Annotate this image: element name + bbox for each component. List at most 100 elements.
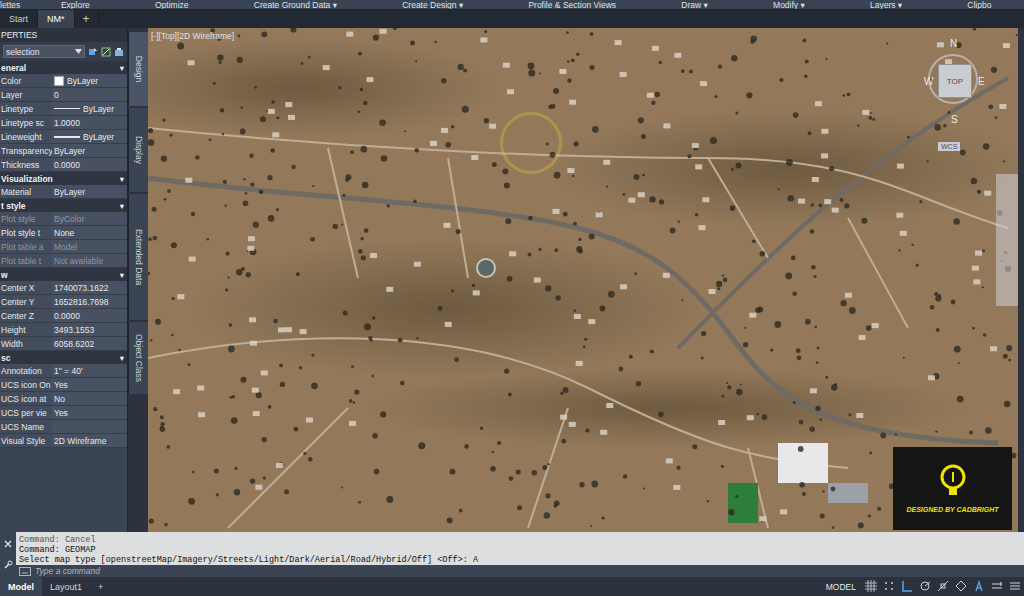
collapse-icon[interactable]: ▾ bbox=[120, 270, 124, 280]
collapse-icon[interactable]: ▾ bbox=[120, 174, 124, 184]
property-row[interactable]: ColorByLayer bbox=[0, 74, 127, 88]
property-section[interactable]: sc▾ bbox=[0, 351, 127, 364]
document-tab[interactable]: Start bbox=[0, 10, 38, 28]
viewcube-face[interactable]: TOP bbox=[938, 64, 972, 98]
quick-select-icon[interactable] bbox=[114, 47, 124, 57]
property-row[interactable]: Linetype sc1.0000 bbox=[0, 116, 127, 130]
snap-icon[interactable] bbox=[883, 580, 895, 592]
ribbon-tab[interactable]: Explore bbox=[28, 0, 122, 10]
new-layout-button[interactable]: + bbox=[90, 577, 111, 596]
polar-icon[interactable] bbox=[919, 580, 931, 592]
property-value[interactable]: ByLayer bbox=[52, 130, 127, 143]
property-value[interactable]: 0 bbox=[52, 88, 127, 101]
new-tab-button[interactable]: + bbox=[75, 10, 99, 28]
navigation-bar[interactable] bbox=[996, 174, 1018, 306]
side-tab[interactable]: Object Class bbox=[128, 322, 148, 394]
ribbon-tab[interactable]: Optimize bbox=[122, 0, 221, 10]
dropdown-arrow-icon[interactable] bbox=[75, 49, 82, 54]
property-row[interactable]: Plot table tNot available bbox=[0, 254, 127, 268]
ribbon-tab[interactable]: Clipbo bbox=[935, 0, 1024, 10]
collapse-icon[interactable]: ▾ bbox=[120, 201, 124, 211]
workspace-icon[interactable] bbox=[991, 580, 1003, 592]
property-row[interactable]: Layer0 bbox=[0, 88, 127, 102]
property-value[interactable]: Yes bbox=[52, 378, 127, 391]
select-objects-icon[interactable] bbox=[101, 47, 111, 57]
property-row[interactable]: LineweightByLayer bbox=[0, 130, 127, 144]
property-value[interactable]: 1" = 40' bbox=[52, 364, 127, 377]
property-value[interactable]: 1.0000 bbox=[52, 116, 127, 129]
annotation-icon[interactable] bbox=[973, 580, 985, 592]
property-value[interactable]: Yes bbox=[52, 406, 127, 419]
property-row[interactable]: UCS per vieYes bbox=[0, 406, 127, 420]
property-value[interactable]: Model bbox=[52, 240, 127, 253]
compass-north[interactable]: N bbox=[950, 38, 957, 49]
property-value[interactable]: Not available bbox=[52, 254, 127, 267]
command-prompt-icon[interactable] bbox=[19, 567, 31, 576]
close-icon[interactable] bbox=[4, 540, 12, 548]
grid-icon[interactable] bbox=[865, 580, 877, 592]
selection-dropdown[interactable]: selection bbox=[3, 45, 85, 58]
property-value[interactable]: None bbox=[52, 226, 127, 239]
lineweight-icon[interactable] bbox=[955, 580, 967, 592]
property-row[interactable]: TransparencyByLayer bbox=[0, 144, 127, 158]
property-row[interactable]: LinetypeByLayer bbox=[0, 102, 127, 116]
wcs-menu[interactable]: WCS bbox=[938, 142, 960, 151]
side-tab[interactable]: Extended Data bbox=[128, 194, 148, 320]
property-value[interactable]: ByLayer bbox=[52, 102, 127, 115]
property-row[interactable]: Thickness0.0000 bbox=[0, 158, 127, 172]
property-section[interactable]: t style▾ bbox=[0, 199, 127, 212]
property-value[interactable] bbox=[52, 420, 127, 433]
property-section[interactable]: Visualization▾ bbox=[0, 172, 127, 185]
ribbon-tab[interactable]: lettes bbox=[0, 0, 28, 10]
property-row[interactable]: Annotation1" = 40' bbox=[0, 364, 127, 378]
ribbon-tab[interactable]: Modify ▾ bbox=[740, 0, 837, 10]
property-value[interactable]: 6058.6202 bbox=[52, 337, 127, 350]
property-row[interactable]: Center X1740073.1622 bbox=[0, 281, 127, 295]
document-tab[interactable]: NM* bbox=[38, 10, 75, 28]
ribbon-tab[interactable]: Layers ▾ bbox=[837, 0, 934, 10]
viewport-controls[interactable]: [-][Top][2D Wireframe] bbox=[151, 31, 234, 41]
wrench-icon[interactable] bbox=[4, 560, 13, 569]
toggle-pickadd-icon[interactable] bbox=[88, 47, 98, 57]
osnap-icon[interactable] bbox=[937, 580, 949, 592]
property-row[interactable]: Center Z0.0000 bbox=[0, 309, 127, 323]
ribbon-tab[interactable]: Create Ground Data ▾ bbox=[221, 0, 369, 10]
collapse-icon[interactable]: ▾ bbox=[120, 63, 124, 73]
property-section[interactable]: eneral▾ bbox=[0, 61, 127, 74]
property-value[interactable]: 1740073.1622 bbox=[52, 281, 127, 294]
property-row[interactable]: MaterialByLayer bbox=[0, 185, 127, 199]
compass-south[interactable]: S bbox=[951, 114, 958, 125]
property-section[interactable]: w▾ bbox=[0, 268, 127, 281]
property-value[interactable]: ByLayer bbox=[52, 74, 127, 87]
property-row[interactable]: Plot styleByColor bbox=[0, 212, 127, 226]
property-row[interactable]: Height3493.1553 bbox=[0, 323, 127, 337]
viewcube[interactable]: N W E S TOP WCS bbox=[922, 38, 988, 168]
layout-tab[interactable]: Layout1 bbox=[42, 577, 90, 596]
property-value[interactable]: ByLayer bbox=[52, 144, 127, 157]
property-value[interactable]: 1652816.7698 bbox=[52, 295, 127, 308]
compass-west[interactable]: W bbox=[924, 76, 933, 87]
property-row[interactable]: UCS icon atNo bbox=[0, 392, 127, 406]
property-row[interactable]: Plot style tNone bbox=[0, 226, 127, 240]
property-value[interactable]: 0.0000 bbox=[52, 158, 127, 171]
property-value[interactable]: 2D Wireframe bbox=[52, 434, 127, 447]
property-row[interactable]: UCS Name bbox=[0, 420, 127, 434]
property-value[interactable]: 3493.1553 bbox=[52, 323, 127, 336]
ribbon-tab[interactable]: Profile & Section Views bbox=[496, 0, 649, 10]
property-value[interactable]: No bbox=[52, 392, 127, 405]
property-value[interactable]: ByLayer bbox=[52, 185, 127, 198]
property-value[interactable]: 0.0000 bbox=[52, 309, 127, 322]
command-input[interactable] bbox=[35, 566, 1021, 576]
layout-tab[interactable]: Model bbox=[0, 577, 42, 596]
customize-menu-icon[interactable] bbox=[1009, 580, 1021, 592]
side-tab[interactable]: Design bbox=[128, 32, 148, 106]
property-row[interactable]: UCS icon OnYes bbox=[0, 378, 127, 392]
property-row[interactable]: Center Y1652816.7698 bbox=[0, 295, 127, 309]
ribbon-tab[interactable]: Draw ▾ bbox=[649, 0, 741, 10]
property-value[interactable]: ByColor bbox=[52, 212, 127, 225]
drawing-viewport[interactable]: [-][Top][2D Wireframe]NWESTOPWCSDESIGNED… bbox=[148, 28, 1018, 532]
ribbon-tab[interactable]: Create Design ▾ bbox=[370, 0, 496, 10]
side-tab[interactable]: Display bbox=[128, 108, 148, 192]
ortho-icon[interactable] bbox=[901, 580, 913, 592]
compass-east[interactable]: E bbox=[978, 76, 985, 87]
